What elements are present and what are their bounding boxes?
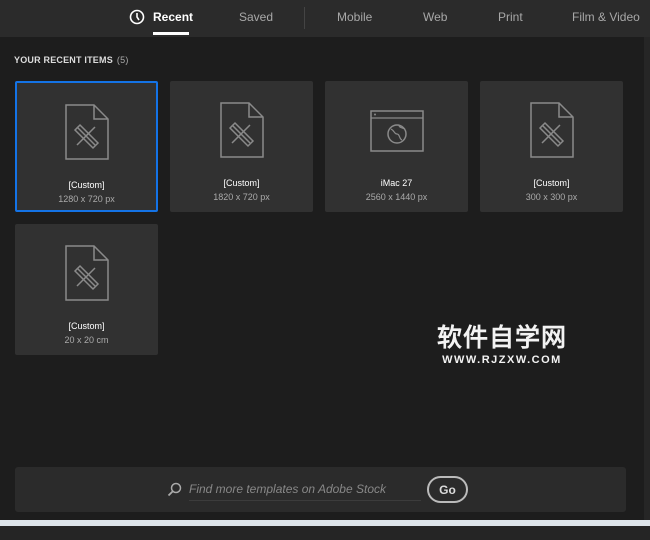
item-size: 2560 x 1440 px [365, 192, 428, 202]
document-icon [64, 104, 109, 160]
clock-icon [129, 9, 145, 25]
item-name: [Custom] [223, 178, 260, 188]
stock-search-bar: Go [15, 467, 626, 512]
go-button[interactable]: Go [427, 476, 468, 503]
recent-item-card[interactable]: iMac 27 2560 x 1440 px [325, 81, 468, 212]
item-name: [Custom] [68, 180, 105, 190]
recent-item-card[interactable]: [Custom] 20 x 20 cm [15, 224, 158, 355]
active-tab-indicator [153, 32, 189, 35]
item-name: [Custom] [68, 321, 105, 331]
item-size: 300 x 300 px [525, 192, 578, 202]
recent-item-card[interactable]: [Custom] 300 x 300 px [480, 81, 623, 212]
tab-divider [304, 7, 305, 29]
tab-web[interactable]: Web [423, 10, 447, 24]
tab-film-video[interactable]: Film & Video [572, 10, 640, 24]
template-tabs-bar: Recent Saved Mobile Web Print Film & Vid… [0, 0, 650, 37]
tab-print[interactable]: Print [498, 10, 523, 24]
document-icon [64, 245, 109, 301]
item-size: 1820 x 720 px [213, 192, 270, 202]
tab-recent[interactable]: Recent [153, 10, 193, 24]
watermark: 软件自学网 WWW.RJZXW.COM [437, 324, 568, 366]
recent-item-card[interactable]: [Custom] 1280 x 720 px [15, 81, 158, 212]
item-name: [Custom] [533, 178, 570, 188]
tab-mobile[interactable]: Mobile [337, 10, 372, 24]
item-size: 1280 x 720 px [58, 194, 115, 204]
item-count: (5) [116, 55, 129, 65]
item-size: 20 x 20 cm [64, 335, 109, 345]
document-icon [219, 102, 264, 158]
document-icon [529, 102, 574, 158]
tab-saved[interactable]: Saved [239, 10, 273, 24]
stock-search-input[interactable] [189, 477, 421, 501]
section-title: YOUR RECENT ITEMS (5) [14, 55, 129, 65]
web-icon [369, 110, 424, 152]
background-window [0, 526, 650, 540]
scrollbar[interactable] [644, 37, 650, 520]
item-name: iMac 27 [380, 178, 413, 188]
recent-item-card[interactable]: [Custom] 1820 x 720 px [170, 81, 313, 212]
search-icon [167, 482, 182, 497]
